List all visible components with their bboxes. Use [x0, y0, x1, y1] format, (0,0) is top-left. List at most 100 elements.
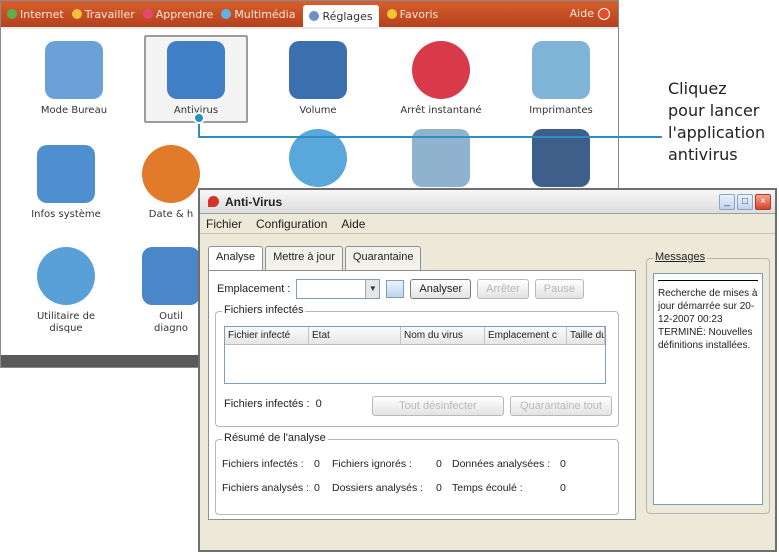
launcher-tab-bar: Internet Travailler Apprendre Multimédia… [1, 1, 618, 27]
main-panel: Analyse Mettre à jour Quarantaine Emplac… [208, 246, 636, 520]
callout-dot [193, 112, 205, 124]
summary-label: Fichiers analysés : [222, 482, 309, 494]
menu-bar: Fichier Configuration Aide [200, 214, 775, 234]
summary-value: 0 [560, 482, 566, 494]
summary-label: Dossiers analysés : [332, 482, 424, 494]
pause-button[interactable]: Pause [534, 279, 584, 299]
app-label: Utilitaire de disque [36, 311, 96, 334]
menu-aide[interactable]: Aide [341, 217, 365, 231]
messages-legend: Messages [653, 251, 708, 263]
emplacement-label: Emplacement : [217, 283, 291, 295]
emplacement-select[interactable]: ▼ [296, 279, 381, 299]
globe-icon [7, 9, 17, 19]
tab-quarantaine[interactable]: Quarantaine [344, 246, 422, 270]
clean-all-button[interactable]: Tout désinfecter [372, 396, 504, 416]
summary-value: 0 [436, 458, 442, 470]
summary-value: 0 [436, 482, 442, 494]
menu-configuration[interactable]: Configuration [256, 217, 327, 231]
callout-line-3: l'application [668, 123, 766, 142]
tab-mettre-a-jour[interactable]: Mettre à jour [265, 246, 343, 270]
app-label: Arrêt instantané [400, 105, 482, 116]
summary-value: 0 [314, 482, 320, 494]
quarantine-all-button[interactable]: Quarantaine tout [510, 396, 612, 416]
summary-value: 0 [314, 458, 320, 470]
printer-icon [532, 41, 590, 99]
summary-label: Temps écoulé : [452, 482, 523, 494]
tab-favoris[interactable]: Favoris [386, 7, 439, 21]
tab-label: Multimédia [234, 7, 296, 21]
tab-label: Internet [20, 7, 64, 21]
app-infos-systeme[interactable]: Infos système [11, 141, 121, 221]
messages-text-area[interactable]: Recherche de mises à jour démarrée sur 2… [653, 273, 763, 505]
tab-label: Réglages [322, 9, 373, 23]
callout-line-4: antivirus [668, 145, 738, 164]
tab-label: Favoris [399, 7, 439, 21]
table-header: Fichier infecté Etat Nom du virus Emplac… [225, 327, 605, 345]
infected-files-group: Fichiers infectés Fichier infecté Etat N… [215, 304, 619, 427]
browse-folder-icon[interactable] [386, 280, 405, 298]
monitor-icon [45, 41, 103, 99]
infected-files-table[interactable]: Fichier infecté Etat Nom du virus Emplac… [224, 326, 606, 384]
tab-multimedia[interactable]: Multimédia [221, 8, 295, 21]
messages-text: Recherche de mises à jour démarrée sur 2… [658, 288, 758, 351]
help-icon [598, 7, 610, 20]
infected-files-legend: Fichiers infectés [222, 304, 306, 316]
col-emplacement[interactable]: Emplacement c [485, 327, 567, 344]
tab-travailler[interactable]: Travailler [71, 7, 135, 21]
stop-button[interactable]: Arrêter [477, 279, 529, 299]
minimize-button[interactable]: _ [719, 194, 735, 210]
callout-line-1: Cliquez [668, 79, 727, 98]
callout-connector [198, 136, 662, 138]
tab-apprendre[interactable]: Apprendre [142, 8, 213, 21]
wrench-icon [309, 11, 320, 21]
app-antivirus[interactable]: Antivirus [144, 35, 248, 123]
antivirus-app-icon [208, 196, 219, 207]
app-label: Mode Bureau [40, 105, 108, 116]
analyse-tab-body: Emplacement : ▼ Analyser Arrêter Pause F… [208, 270, 636, 520]
app-label: Infos système [31, 209, 101, 220]
scan-summary-legend: Résumé de l'analyse [222, 432, 328, 444]
app-mode-bureau[interactable]: Mode Bureau [19, 37, 129, 117]
chevron-down-icon[interactable]: ▼ [365, 280, 380, 298]
col-etat[interactable]: Etat [309, 327, 401, 344]
app-label: Imprimantes [529, 105, 593, 116]
app-utilitaire-disque[interactable]: Utilitaire de disque [11, 243, 121, 335]
antivirus-window: Anti-Virus _ □ × Fichier Configuration A… [198, 188, 777, 552]
tab-label: Travailler [84, 7, 135, 21]
app-imprimantes[interactable]: Imprimantes [506, 37, 616, 117]
window-title: Anti-Virus [225, 194, 283, 209]
col-nom-virus[interactable]: Nom du virus [401, 327, 485, 344]
help-button[interactable]: Aide [570, 7, 610, 20]
window-controls: _ □ × [719, 194, 771, 210]
media-icon [221, 9, 232, 19]
close-button[interactable]: × [755, 194, 771, 210]
menu-fichier[interactable]: Fichier [206, 217, 242, 231]
col-taille[interactable]: Taille du [567, 327, 605, 344]
infected-count-row: Fichiers infectés : 0 [224, 398, 322, 410]
tools-icon [142, 247, 200, 305]
maximize-button[interactable]: □ [737, 194, 753, 210]
col-fichier-infecte[interactable]: Fichier infecté [225, 327, 309, 344]
speaker-icon [289, 41, 347, 99]
scan-summary-group: Résumé de l'analyse Fichiers infectés : … [215, 432, 619, 515]
app-label: Volume [299, 105, 337, 116]
scan-controls: Emplacement : ▼ Analyser Arrêter Pause [217, 279, 584, 299]
heart-icon [71, 9, 82, 19]
app-volume[interactable]: Volume [263, 37, 373, 117]
tab-strip: Analyse Mettre à jour Quarantaine [208, 246, 636, 270]
summary-label: Données analysées : [452, 458, 551, 470]
callout-text: Cliquez pour lancer l'application antivi… [668, 78, 765, 166]
infected-count-label: Fichiers infectés : [224, 398, 310, 410]
tab-internet[interactable]: Internet [7, 8, 64, 21]
shield-icon [167, 41, 225, 99]
clock-icon [142, 145, 200, 203]
infected-count-value: 0 [315, 398, 322, 410]
tab-reglages[interactable]: Réglages [303, 5, 379, 27]
app-arret-instantane[interactable]: Arrêt instantané [386, 37, 496, 117]
analyze-button[interactable]: Analyser [410, 279, 472, 299]
antivirus-titlebar[interactable]: Anti-Virus _ □ × [200, 190, 775, 214]
summary-label: Fichiers infectés : [222, 458, 304, 470]
screenshot-root: Internet Travailler Apprendre Multimédia… [0, 0, 779, 556]
callout-line-2: pour lancer [668, 101, 760, 120]
tab-analyse[interactable]: Analyse [208, 246, 264, 270]
